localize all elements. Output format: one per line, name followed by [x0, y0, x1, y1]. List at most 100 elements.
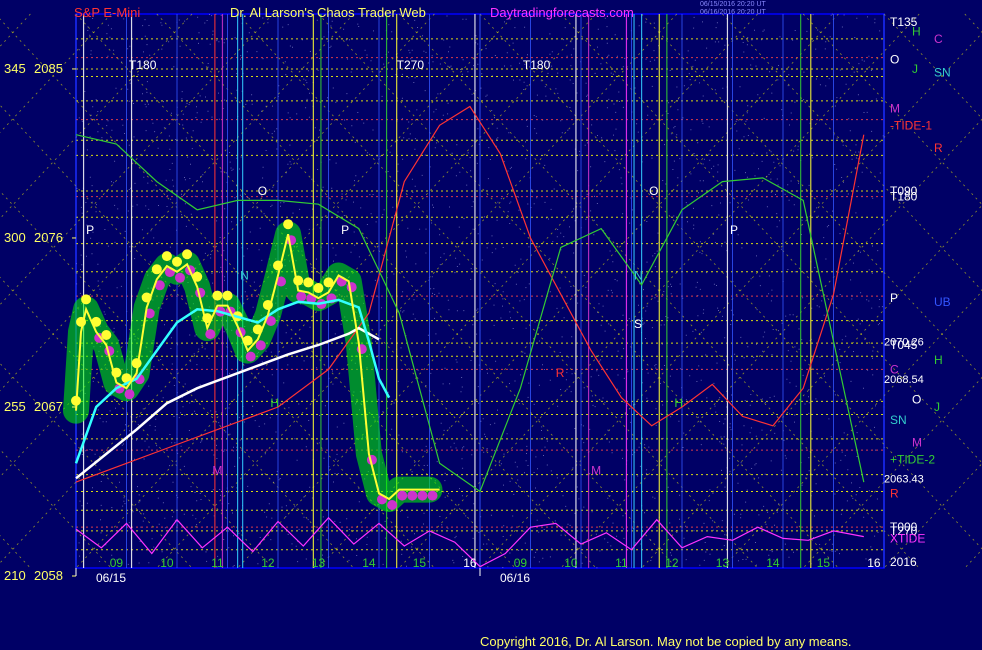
x-hour-label: 16 [867, 556, 881, 570]
grid-diagonal [722, 13, 982, 292]
x-hour-label: 16 [463, 556, 477, 570]
right-label: O [890, 53, 899, 67]
plot-label: T180 [129, 58, 157, 72]
magenta-dot [255, 340, 266, 351]
x-hour-label: 14 [766, 556, 780, 570]
value-label: 2070.26 [884, 336, 924, 348]
header-stamp-2: 06/16/2016 20:20 UT [700, 9, 766, 16]
right-label: +TIDE-2 [890, 453, 935, 467]
series-layer [63, 105, 865, 568]
yellow-dot [182, 249, 193, 260]
x-hour-label: 15 [413, 556, 427, 570]
grid-diagonal [722, 290, 982, 569]
x-date-label: 06/15 [96, 571, 126, 585]
grid-diagonal [641, 13, 982, 378]
right-label: J [912, 62, 918, 76]
right-label: R [934, 141, 943, 155]
plot-label: M [591, 464, 601, 478]
y-tick-degree: 300 [4, 230, 26, 245]
magenta-dot [407, 490, 418, 501]
right-label: P [890, 291, 898, 305]
plot-label: R [556, 366, 565, 380]
right-label: J [934, 400, 940, 414]
x-hour-label: 14 [362, 556, 376, 570]
x-hour-label: 09 [514, 556, 528, 570]
y-tick-degree: 345 [4, 61, 26, 76]
magenta-dot [387, 500, 398, 511]
plot-label: O [649, 184, 658, 198]
plot-label: H [674, 396, 683, 410]
chaos-trader-chart: 345 2085 300 2076 255 2067 210 2058 09 10 11 12 13 14… [0, 13, 982, 585]
header-author: Dr. Al Larson's Chaos Trader Web [230, 5, 426, 20]
yellow-dot [161, 251, 172, 262]
x-hour-label: 11 [615, 556, 628, 570]
y-tick-label: 2058 [34, 568, 63, 583]
plot-label: P [341, 223, 349, 237]
magenta-dot [397, 490, 408, 501]
y-tick-label: 2085 [34, 61, 63, 76]
chart-window: 345 2085 300 2076 255 2067 210 2058 09 10 11 12 13 14… [0, 0, 982, 650]
magenta-dot [296, 291, 307, 302]
right-label: O [912, 392, 921, 406]
grid-diagonal [0, 13, 274, 306]
x-hour-label: 13 [716, 556, 730, 570]
x-hour-label: 15 [817, 556, 831, 570]
right-label: UB [934, 295, 951, 309]
x-hour-label: 09 [110, 556, 124, 570]
copyright-footer: Copyright 2016, Dr. Al Larson. May not b… [480, 634, 852, 649]
yellow-dot [101, 330, 112, 341]
x-hour-label: 11 [211, 556, 224, 570]
right-label: T180 [890, 190, 918, 204]
x-hour-label: 12 [665, 556, 679, 570]
magenta-dot [205, 329, 216, 340]
right-label: H [912, 24, 921, 38]
x-hour-label: 10 [160, 556, 174, 570]
magenta-dot [124, 389, 135, 400]
header-stamp-1: 06/15/2016 20:20 UT [700, 1, 766, 8]
x-date-label: 06/16 [500, 571, 530, 585]
x-hour-label: 12 [261, 556, 275, 570]
grid-diagonal [964, 13, 982, 33]
right-label: M [912, 436, 922, 450]
header-instrument: S&P E-Mini [74, 5, 141, 20]
plot-label: M [212, 464, 222, 478]
right-label: R [890, 486, 899, 500]
grid-diagonal [641, 204, 982, 569]
plot-label: N [634, 268, 643, 282]
yellow-dot [303, 277, 314, 288]
magenta-dot [175, 272, 185, 283]
right-label: SN [934, 66, 951, 80]
grid-diagonal [0, 535, 31, 569]
right-label: C [934, 32, 943, 46]
yellow-dot [222, 290, 233, 301]
right-label: -TIDE-1 [890, 118, 932, 132]
yellow-dot [151, 264, 162, 275]
grid-diagonal [0, 13, 31, 47]
header-site-link[interactable]: Daytradingforecasts.com [490, 5, 634, 20]
yellow-dot [172, 256, 182, 267]
magenta-dot [417, 490, 428, 501]
grid-diagonal [0, 448, 112, 569]
value-label: 2063.43 [884, 473, 924, 485]
x-year-label: 2016 [890, 555, 917, 569]
y-tick-degree: 210 [4, 568, 26, 583]
x-hour-label: 10 [564, 556, 578, 570]
yellow-dot [81, 294, 92, 305]
plot-label: O [258, 184, 267, 198]
yellow-dot [293, 275, 304, 286]
yellow-dot [313, 283, 324, 294]
right-label: M [890, 101, 900, 115]
right-label: H [934, 353, 943, 367]
y-tick-degree: 255 [4, 399, 26, 414]
plot-label: H [270, 396, 279, 410]
magenta-dot [427, 490, 438, 501]
plot-label: P [730, 223, 738, 237]
magenta-dot [245, 351, 256, 362]
right-label: SN [890, 413, 907, 427]
grid-diagonal [0, 276, 274, 569]
value-label: 2068.54 [884, 374, 924, 386]
plot-label: T270 [397, 58, 425, 72]
y-tick-label: 2067 [34, 399, 63, 414]
yellow-dot [212, 290, 223, 301]
grid-diagonal [0, 13, 112, 134]
